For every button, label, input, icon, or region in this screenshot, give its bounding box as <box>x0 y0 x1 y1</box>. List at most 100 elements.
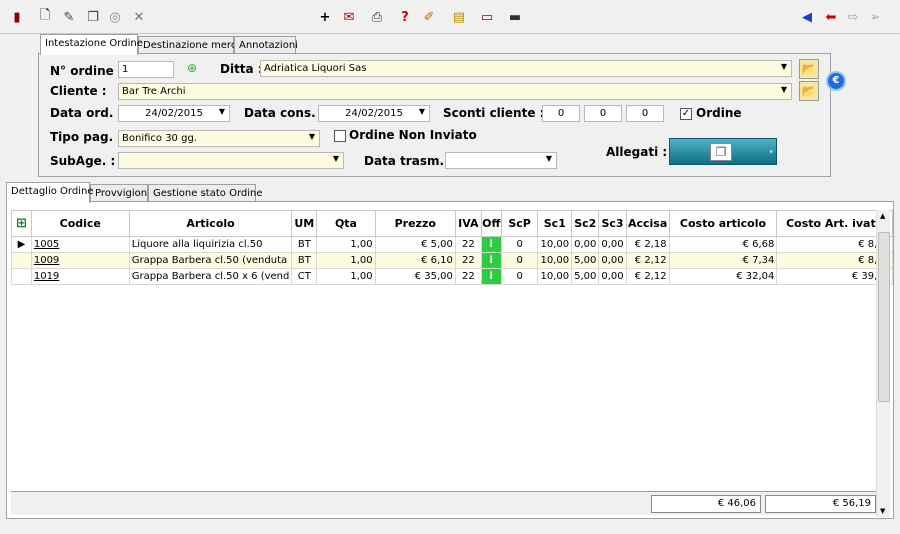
um-cell[interactable]: BT <box>291 252 318 269</box>
sc2-cell[interactable]: 5,00 <box>571 252 600 269</box>
card-icon[interactable]: ▭ <box>478 9 496 25</box>
codice-cell[interactable]: 1005 <box>30 236 130 253</box>
sc1-cell[interactable]: 10,00 <box>537 252 573 269</box>
open-folder-icon[interactable]: 📂 <box>799 81 819 101</box>
column-header[interactable]: Accisa <box>625 210 670 237</box>
articolo-cell[interactable]: Liquore alla liquirizia cl.50 <box>128 236 293 253</box>
tab-intestazione-ordine[interactable]: Intestazione Ordine <box>40 34 143 55</box>
scp-cell[interactable]: 0 <box>500 236 539 253</box>
vertical-scrollbar[interactable]: ▲ ▼ <box>876 210 890 517</box>
ditta-select[interactable]: Adriatica Liquori Sas ▼ <box>260 60 792 77</box>
column-header[interactable]: ScP <box>500 210 539 237</box>
prezzo-cell[interactable]: € 5,00 <box>374 236 456 253</box>
column-header[interactable]: Off <box>480 210 502 237</box>
help-icon[interactable]: ? <box>396 9 414 25</box>
chevron-down-icon[interactable]: ▼ <box>880 507 885 515</box>
offer-info-icon[interactable]: i <box>480 268 502 285</box>
close-x-icon[interactable]: ✕ <box>130 9 148 25</box>
column-header[interactable]: Sc2 <box>571 210 600 237</box>
qta-cell[interactable]: 1,00 <box>316 236 376 253</box>
search-number-icon[interactable]: ⊕ <box>182 59 202 79</box>
sconto1-input[interactable]: 0 <box>542 105 580 122</box>
sc2-cell[interactable]: 0,00 <box>571 236 600 253</box>
tab-destinazione-merce[interactable]: Destinazione merce <box>138 36 242 54</box>
numero-ordine-input[interactable]: 1 <box>118 61 174 78</box>
accisa-cell[interactable]: € 2,12 <box>625 268 670 285</box>
drawer-icon[interactable]: ▬ <box>506 9 524 25</box>
iva-cell[interactable]: 22 <box>454 236 482 253</box>
open-folder-icon[interactable]: 📂 <box>799 59 819 79</box>
brush-icon[interactable]: ✐ <box>420 9 438 25</box>
cliente-select[interactable]: Bar Tre Archi ▼ <box>118 83 792 100</box>
edit-doc-icon[interactable]: ✎ <box>60 9 78 25</box>
qta-cell[interactable]: 1,00 <box>316 268 376 285</box>
costo-cell[interactable]: € 7,34 <box>668 252 778 269</box>
new-doc-icon[interactable]: 🗋 <box>36 8 54 25</box>
prezzo-cell[interactable]: € 6,10 <box>374 252 456 269</box>
chevron-up-icon[interactable]: ▲ <box>880 212 885 220</box>
sconto3-input[interactable]: 0 <box>626 105 664 122</box>
print-icon[interactable]: ⎙ <box>368 9 386 25</box>
plus-icon[interactable]: + <box>316 9 334 25</box>
tab-gestione-stato-ordine[interactable]: Gestione stato Ordine <box>148 184 263 202</box>
book-icon[interactable]: ▮ <box>8 9 26 25</box>
tab-dettaglio-ordine[interactable]: Dettaglio Ordine <box>6 182 93 203</box>
um-cell[interactable]: CT <box>291 268 318 285</box>
column-header[interactable]: Sc3 <box>598 210 627 237</box>
accisa-cell[interactable]: € 2,18 <box>625 236 670 253</box>
ordine-checkbox[interactable]: ✓ <box>680 108 692 120</box>
target-icon[interactable]: ◎ <box>106 9 124 25</box>
scrollbar-thumb[interactable] <box>878 232 890 402</box>
articolo-cell[interactable]: Grappa Barbera cl.50 x 6 (vend <box>128 268 293 285</box>
codice-cell[interactable]: 1019 <box>30 268 130 285</box>
copy-doc-icon[interactable]: ❐ <box>84 9 102 25</box>
allegati-button[interactable]: ❐ ▾ <box>669 138 777 165</box>
euro-icon[interactable]: € <box>826 71 846 91</box>
accisa-cell[interactable]: € 2,12 <box>625 252 670 269</box>
prezzo-cell[interactable]: € 35,00 <box>374 268 456 285</box>
data-ord-picker[interactable]: 24/02/2015 ▼ <box>118 105 230 122</box>
tab-annotazioni[interactable]: Annotazioni <box>234 36 298 54</box>
column-header[interactable]: Prezzo <box>374 210 456 237</box>
column-header[interactable]: Articolo <box>128 210 293 237</box>
scp-cell[interactable]: 0 <box>500 252 539 269</box>
sc1-cell[interactable]: 10,00 <box>537 236 573 253</box>
tipo-pag-select[interactable]: Bonifico 30 gg. ▼ <box>118 130 320 147</box>
qta-cell[interactable]: 1,00 <box>316 252 376 269</box>
next-arrow-icon[interactable]: ⇨ <box>844 9 862 25</box>
sc1-cell[interactable]: 10,00 <box>537 268 573 285</box>
costo-cell[interactable]: € 32,04 <box>668 268 778 285</box>
iva-cell[interactable]: 22 <box>454 252 482 269</box>
folders-icon[interactable]: ▤ <box>450 9 468 25</box>
scp-cell[interactable]: 0 <box>500 268 539 285</box>
sc3-cell[interactable]: 0,00 <box>598 252 627 269</box>
data-trasm-picker[interactable]: ▼ <box>445 152 557 169</box>
offer-info-icon[interactable]: i <box>480 236 502 253</box>
column-header[interactable]: Costo articolo <box>668 210 778 237</box>
iva-cell[interactable]: 22 <box>454 268 482 285</box>
table-row[interactable]: 1009 Grappa Barbera cl.50 (venduta BT 1,… <box>11 252 893 269</box>
grid-config-icon[interactable]: ⊞ <box>11 210 32 237</box>
column-header[interactable]: Codice <box>30 210 130 237</box>
column-header[interactable]: UM <box>291 210 318 237</box>
sc3-cell[interactable]: 0,00 <box>598 268 627 285</box>
column-header[interactable]: Sc1 <box>537 210 573 237</box>
ordine-non-inviato-checkbox[interactable] <box>334 130 346 142</box>
sconto2-input[interactable]: 0 <box>584 105 622 122</box>
um-cell[interactable]: BT <box>291 236 318 253</box>
first-arrow-icon[interactable]: ◀ <box>798 9 816 25</box>
subage-select[interactable]: ▼ <box>118 152 344 169</box>
data-cons-picker[interactable]: 24/02/2015 ▼ <box>318 105 430 122</box>
last-arrow-icon[interactable]: ➢ <box>866 9 884 25</box>
costo-cell[interactable]: € 6,68 <box>668 236 778 253</box>
sc2-cell[interactable]: 5,00 <box>571 268 600 285</box>
offer-info-icon[interactable]: i <box>480 252 502 269</box>
codice-cell[interactable]: 1009 <box>30 252 130 269</box>
prev-arrow-icon[interactable]: ⬅ <box>822 9 840 25</box>
articolo-cell[interactable]: Grappa Barbera cl.50 (venduta <box>128 252 293 269</box>
stamp-icon[interactable]: ✉ <box>340 9 358 25</box>
sc3-cell[interactable]: 0,00 <box>598 236 627 253</box>
column-header[interactable]: Qta <box>316 210 376 237</box>
table-row[interactable]: 1019 Grappa Barbera cl.50 x 6 (vend CT 1… <box>11 268 893 285</box>
column-header[interactable]: IVA <box>454 210 482 237</box>
